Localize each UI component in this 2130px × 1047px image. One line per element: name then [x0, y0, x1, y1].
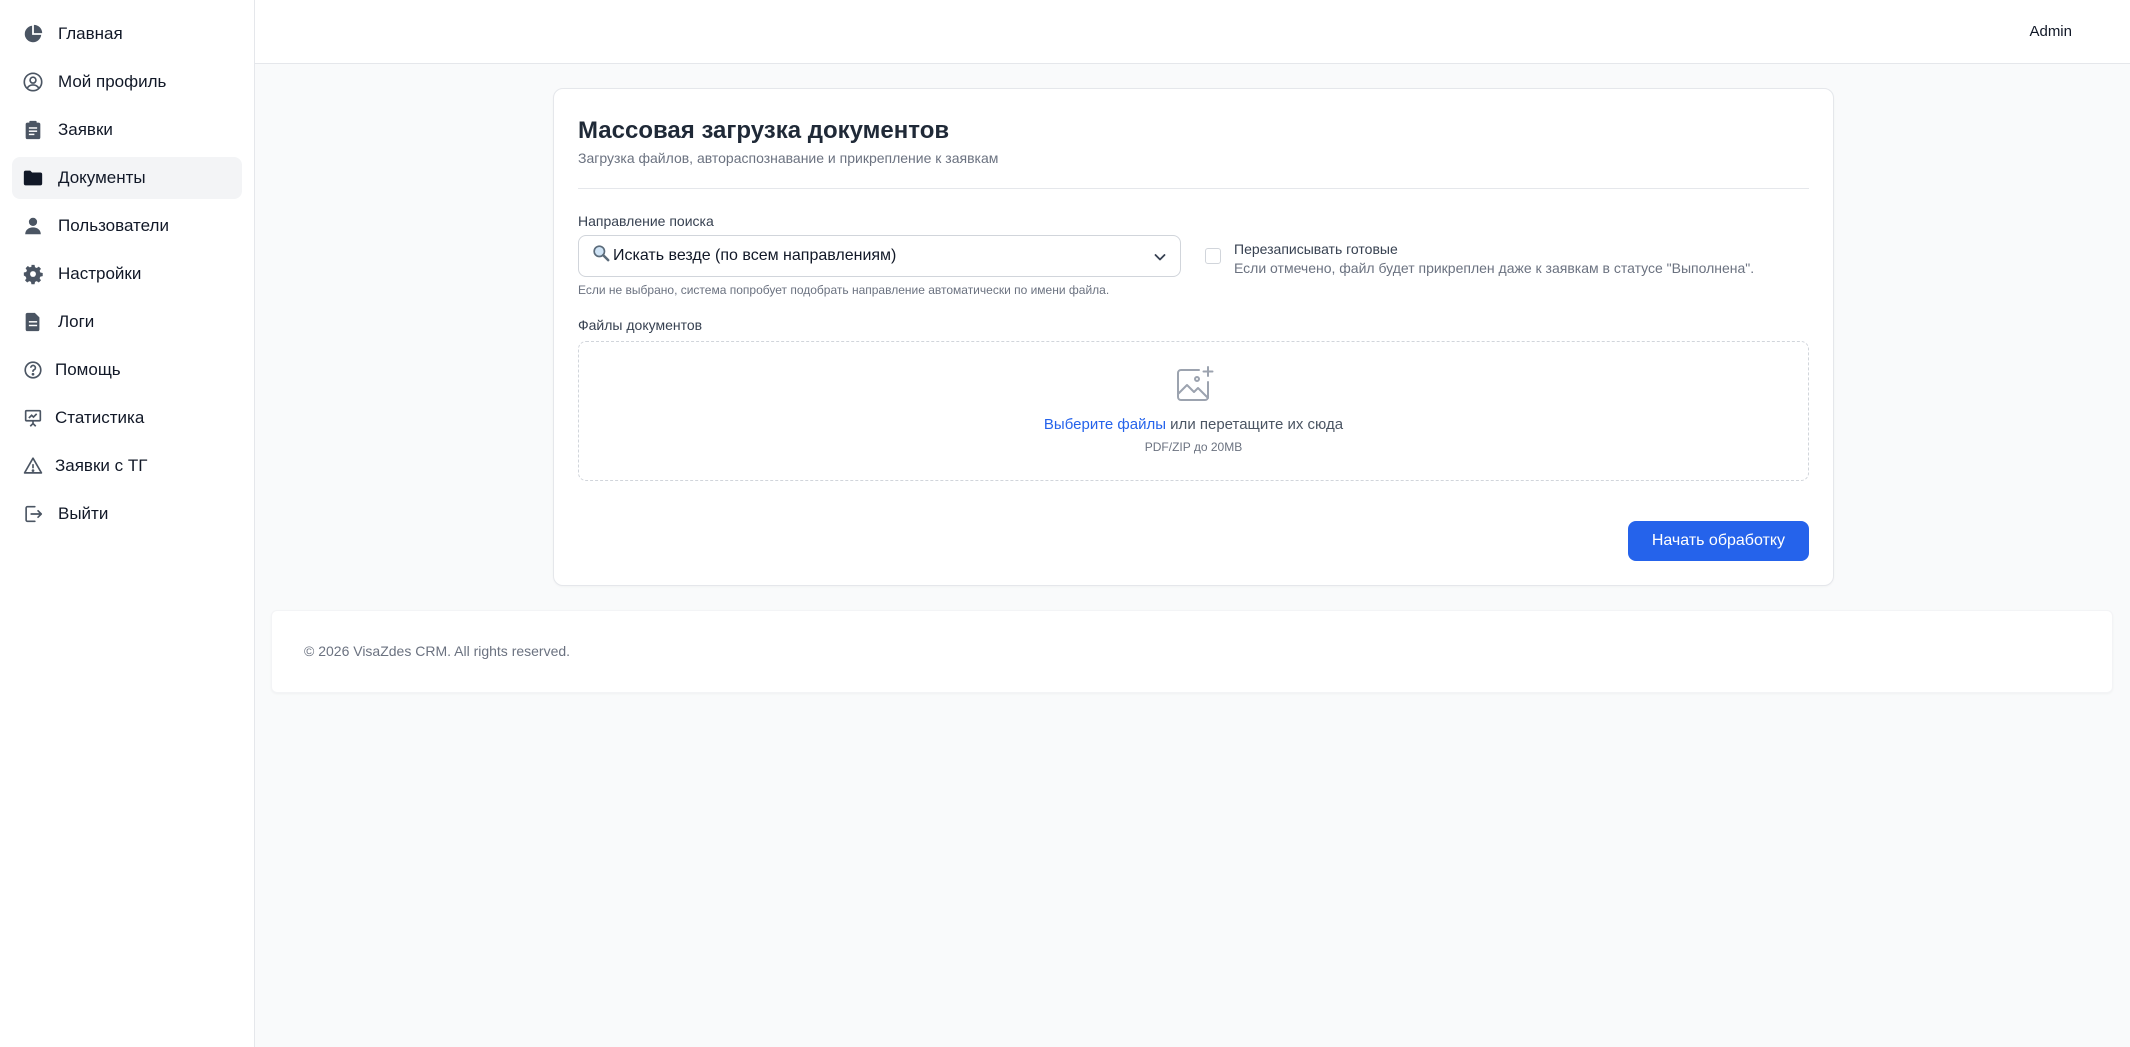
sidebar-item-label: Мой профиль	[58, 72, 167, 91]
overwrite-option: Перезаписывать готовые Если отмечено, фа…	[1205, 241, 1754, 276]
choose-files-link[interactable]: Выберите файлы	[1044, 416, 1166, 433]
sidebar-item-label: Главная	[58, 24, 123, 43]
overwrite-title[interactable]: Перезаписывать готовые	[1234, 241, 1754, 257]
start-processing-button[interactable]: Начать обработку	[1627, 520, 1809, 561]
page-subtitle: Загрузка файлов, автораспознавание и при…	[578, 149, 999, 166]
files-label: Файлы документов	[578, 316, 703, 333]
sidebar-item-label: Заявки	[58, 120, 113, 139]
sidebar-item-label: Пользователи	[58, 216, 169, 235]
file-dropzone[interactable]: Выберите файлы или перетащите их сюда PD…	[578, 340, 1809, 481]
presentation-chart-icon	[22, 407, 44, 429]
footer: © 2026 VisaZdes CRM. All rights reserved…	[271, 609, 2113, 693]
copyright-text: © 2026 VisaZdes CRM. All rights reserved…	[304, 643, 571, 660]
sidebar-item-logs[interactable]: Логи	[12, 301, 242, 343]
main-area: Admin Массовая загрузка документов Загру…	[255, 0, 2130, 1047]
sidebar-item-label: Заявки с ТГ	[55, 456, 148, 475]
sidebar-item-logout[interactable]: Выйти	[12, 493, 242, 535]
sidebar-item-label: Помощь	[55, 360, 121, 379]
sidebar-item-documents[interactable]: Документы	[12, 157, 242, 199]
sidebar-item-label: Логи	[58, 312, 95, 331]
sidebar-item-users[interactable]: Пользователи	[12, 205, 242, 247]
overwrite-checkbox[interactable]	[1205, 247, 1221, 264]
sidebar-item-help[interactable]: Помощь	[12, 349, 242, 391]
image-add-icon	[1176, 365, 1213, 401]
sidebar-item-requests[interactable]: Заявки	[12, 109, 242, 151]
overwrite-text: Перезаписывать готовые Если отмечено, фа…	[1234, 241, 1754, 276]
sidebar-item-home[interactable]: Главная	[12, 13, 242, 55]
sidebar: Главная Мой профиль Заявки Документы Пол	[0, 0, 255, 1047]
direction-select-value: Искать везде (по всем направлениям)	[613, 246, 897, 264]
overwrite-description: Если отмечено, файл будет прикреплен даж…	[1234, 259, 1755, 276]
question-circle-icon	[22, 359, 44, 381]
options-row: Направление поиска Искать везде (по всем…	[578, 213, 1809, 297]
direction-select[interactable]: Искать везде (по всем направлениям)	[578, 234, 1181, 277]
search-icon	[591, 243, 613, 268]
chevron-down-icon	[1154, 253, 1166, 261]
dropzone-text: Выберите файлы или перетащите их сюда	[1044, 416, 1343, 433]
sidebar-item-tg-requests[interactable]: Заявки с ТГ	[12, 445, 242, 487]
dropzone-constraints: PDF/ZIP до 20MB	[1144, 439, 1243, 454]
gear-icon	[22, 263, 44, 285]
direction-label: Направление поиска	[578, 212, 714, 229]
user-icon	[22, 215, 44, 237]
document-icon	[22, 311, 44, 333]
clipboard-icon	[22, 119, 44, 141]
sidebar-item-label: Статистика	[55, 408, 145, 427]
upload-card: Массовая загрузка документов Загрузка фа…	[553, 88, 1834, 586]
user-circle-icon	[22, 71, 44, 93]
app-root: Главная Мой профиль Заявки Документы Пол	[0, 0, 2130, 1047]
page-title: Массовая загрузка документов	[578, 117, 950, 144]
dropzone-drag-text: или перетащите их сюда	[1166, 415, 1344, 433]
top-bar: Admin	[255, 0, 2130, 64]
sidebar-item-label: Выйти	[58, 504, 109, 523]
sidebar-item-label: Документы	[58, 168, 146, 187]
direction-field: Направление поиска Искать везде (по всем…	[578, 213, 1181, 297]
logout-icon	[22, 503, 44, 525]
sidebar-item-statistics[interactable]: Статистика	[12, 397, 242, 439]
sidebar-item-settings[interactable]: Настройки	[12, 253, 242, 295]
card-actions: Начать обработку	[578, 520, 1809, 561]
content: Массовая загрузка документов Загрузка фа…	[255, 64, 2130, 693]
folder-icon	[22, 167, 44, 189]
direction-hint: Если не выбрано, система попробует подоб…	[578, 282, 1110, 297]
divider	[578, 187, 1809, 189]
warning-triangle-icon	[22, 455, 44, 477]
sidebar-item-profile[interactable]: Мой профиль	[12, 61, 242, 103]
pie-chart-icon	[22, 23, 44, 45]
sidebar-item-label: Настройки	[58, 264, 142, 283]
user-menu[interactable]: Admin	[2029, 23, 2072, 40]
